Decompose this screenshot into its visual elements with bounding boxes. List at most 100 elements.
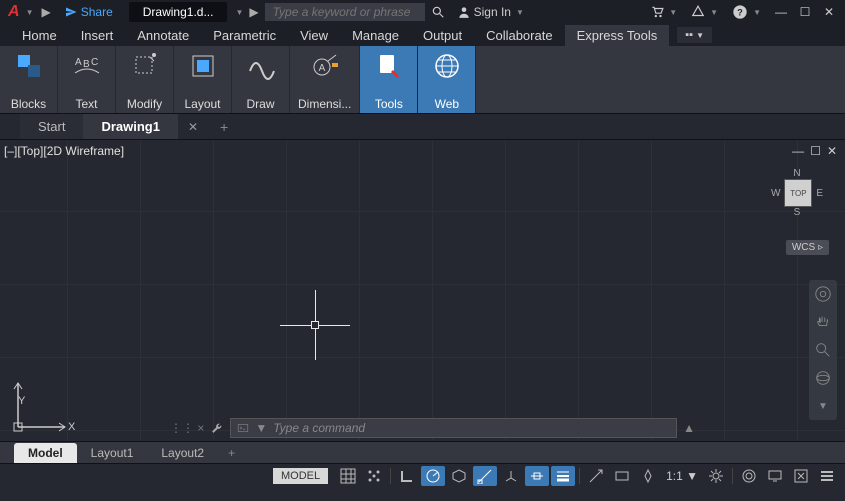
modify-icon <box>129 50 161 82</box>
status-ortho-icon[interactable] <box>395 466 419 486</box>
menu-output[interactable]: Output <box>411 25 474 46</box>
dimension-icon: A <box>309 50 341 82</box>
ribbon-layout[interactable]: Layout <box>174 46 232 113</box>
menu-home[interactable]: Home <box>10 25 69 46</box>
layout-tabs: Model Layout1 Layout2 + <box>0 441 845 463</box>
menu-annotate[interactable]: Annotate <box>125 25 201 46</box>
signin-dropdown-icon: ▼ <box>514 8 526 17</box>
nav-fullnav-icon[interactable] <box>813 284 833 304</box>
status-customize-icon[interactable] <box>815 466 839 486</box>
drawing-area[interactable]: [–][Top][2D Wireframe] — ☐ ✕ N W TOP E S… <box>0 140 845 441</box>
status-ws-icon[interactable] <box>737 466 761 486</box>
ribbon-draw[interactable]: Draw <box>232 46 290 113</box>
ribbon-tools[interactable]: Tools <box>360 46 418 113</box>
viewport-maximize-icon[interactable]: ☐ <box>810 144 821 158</box>
viewcube-east[interactable]: E <box>816 188 823 199</box>
layout-tab-add-icon[interactable]: + <box>218 446 245 460</box>
command-prompt-icon <box>237 422 249 434</box>
search-expand-icon[interactable]: ▶ <box>243 5 264 19</box>
status-grid-icon[interactable] <box>336 466 360 486</box>
minimize-button[interactable]: — <box>773 5 789 19</box>
command-placeholder: Type a command <box>273 421 365 435</box>
ribbon-web[interactable]: Web <box>418 46 476 113</box>
status-monitor-icon[interactable] <box>763 466 787 486</box>
wcs-label[interactable]: WCS ▹ <box>786 240 829 255</box>
status-osnap2-icon[interactable] <box>525 466 549 486</box>
web-icon <box>431 50 463 82</box>
command-drag-handle-icon[interactable]: ⋮⋮ × <box>170 421 204 435</box>
share-button[interactable]: Share <box>57 5 121 19</box>
status-polar-icon[interactable] <box>421 466 445 486</box>
nav-pan-icon[interactable] <box>813 312 833 332</box>
viewcube-west[interactable]: W <box>771 188 780 199</box>
layout-tab-layout2[interactable]: Layout2 <box>147 443 218 463</box>
menu-featured-apps[interactable]: ▪▪ ▼ <box>677 27 712 43</box>
viewcube[interactable]: N W TOP E S <box>769 168 825 218</box>
qat-redo-icon[interactable]: ▶ <box>35 5 56 19</box>
menu-parametric[interactable]: Parametric <box>201 25 288 46</box>
status-3dosnap-icon[interactable] <box>499 466 523 486</box>
command-history-icon[interactable]: ▲ <box>683 421 695 435</box>
status-snap-icon[interactable] <box>362 466 386 486</box>
menu-insert[interactable]: Insert <box>69 25 126 46</box>
menu-express-tools[interactable]: Express Tools <box>565 25 670 46</box>
app-logo[interactable]: A <box>4 3 24 21</box>
share-label: Share <box>81 5 113 19</box>
nav-orbit-icon[interactable] <box>813 368 833 388</box>
svg-text:A: A <box>318 63 325 74</box>
cart-icon[interactable]: ▼ <box>644 5 685 19</box>
tab-drawing1[interactable]: Drawing1 <box>83 114 178 139</box>
search-icon[interactable] <box>425 5 451 19</box>
ribbon-modify[interactable]: Modify <box>116 46 174 113</box>
status-cleanscreen-icon[interactable] <box>789 466 813 486</box>
tab-close-icon[interactable]: ✕ <box>178 120 208 134</box>
status-model-button[interactable]: MODEL <box>273 468 328 484</box>
ribbon-text[interactable]: ABC Text <box>58 46 116 113</box>
tab-add-icon[interactable]: + <box>208 119 240 135</box>
tab-start[interactable]: Start <box>20 114 83 139</box>
viewcube-north[interactable]: N <box>769 168 825 179</box>
viewcube-top[interactable]: TOP <box>784 179 812 207</box>
signin-button[interactable]: Sign In ▼ <box>451 5 532 19</box>
close-button[interactable]: ✕ <box>821 5 837 19</box>
layout-tab-layout1[interactable]: Layout1 <box>77 443 148 463</box>
navigation-bar: ▼ <box>809 280 837 420</box>
ucs-icon: Y X <box>10 375 80 435</box>
viewport-label[interactable]: [–][Top][2D Wireframe] <box>4 144 124 158</box>
nav-expand-icon[interactable]: ▼ <box>813 396 833 416</box>
svg-text:B: B <box>83 59 90 70</box>
status-qp-icon[interactable] <box>610 466 634 486</box>
status-osnap-icon[interactable] <box>473 466 497 486</box>
layout-tab-model[interactable]: Model <box>14 443 77 463</box>
ribbon-dimension[interactable]: A Dimensi... <box>290 46 360 113</box>
menu-manage[interactable]: Manage <box>340 25 411 46</box>
status-gear-icon[interactable] <box>704 466 728 486</box>
status-lineweight-icon[interactable] <box>551 466 575 486</box>
viewport-close-icon[interactable]: ✕ <box>827 144 837 158</box>
status-tpy-icon[interactable] <box>584 466 608 486</box>
svg-text:C: C <box>91 57 98 68</box>
help-icon[interactable]: ? ▼ <box>726 4 769 20</box>
search-input[interactable] <box>265 3 425 21</box>
status-annoscale-icon[interactable] <box>636 466 660 486</box>
status-isodraft-icon[interactable] <box>447 466 471 486</box>
menu-collaborate[interactable]: Collaborate <box>474 25 565 46</box>
layout-icon <box>187 50 219 82</box>
status-scale[interactable]: 1:1 ▼ <box>662 469 702 483</box>
app-menu-dropdown-icon[interactable]: ▼ <box>24 8 36 17</box>
viewport-minimize-icon[interactable]: — <box>792 144 804 158</box>
document-title[interactable]: Drawing1.d... <box>129 2 228 22</box>
document-dropdown-icon[interactable]: ▼ <box>235 8 243 17</box>
ucs-y-label: Y <box>18 395 25 407</box>
viewcube-south[interactable]: S <box>769 207 825 218</box>
nav-zoom-icon[interactable] <box>813 340 833 360</box>
command-customize-icon[interactable] <box>210 421 224 435</box>
file-tabs: Start Drawing1 ✕ + <box>0 114 845 140</box>
menu-view[interactable]: View <box>288 25 340 46</box>
autodesk-app-icon[interactable]: ▼ <box>685 5 726 19</box>
ribbon-blocks[interactable]: Blocks <box>0 46 58 113</box>
command-input[interactable]: ▼ Type a command <box>230 418 677 438</box>
paper-plane-icon <box>65 6 77 18</box>
maximize-button[interactable]: ☐ <box>797 5 813 19</box>
ucs-x-label: X <box>68 421 75 433</box>
